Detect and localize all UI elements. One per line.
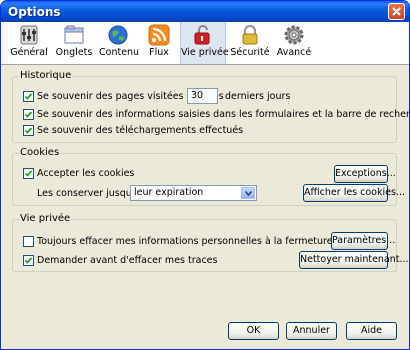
accept-cookies-label: Accepter les cookies bbox=[37, 168, 135, 179]
tab-general-label: Général bbox=[10, 47, 48, 58]
remember-forms-checkbox[interactable] bbox=[23, 109, 34, 120]
tab-general[interactable]: Général bbox=[9, 22, 49, 64]
accept-cookies-checkbox[interactable] bbox=[23, 168, 34, 179]
remember-pages-checkbox[interactable] bbox=[23, 91, 34, 102]
checkmark-icon bbox=[24, 257, 33, 264]
tab-security-label: Sécurité bbox=[230, 47, 270, 58]
exceptions-button[interactable]: Exceptions... bbox=[334, 165, 396, 183]
tab-content[interactable]: Contenu bbox=[99, 22, 140, 64]
history-days-input[interactable]: 30 bbox=[187, 88, 218, 104]
checkmark-icon bbox=[24, 170, 33, 177]
tab-privacy[interactable]: Vie privée bbox=[180, 22, 229, 64]
privacy-legend: Vie privée bbox=[19, 213, 72, 224]
history-legend: Historique bbox=[19, 70, 73, 81]
dropdown-arrow[interactable] bbox=[241, 187, 255, 199]
options-dialog: Options Général Onglets Contenu Flux Vie… bbox=[0, 0, 410, 350]
tab-feeds-label: Flux bbox=[149, 47, 169, 58]
close-button[interactable] bbox=[388, 3, 405, 20]
tab-privacy-label: Vie privée bbox=[181, 47, 229, 58]
tab-advanced-label: Avancé bbox=[276, 47, 312, 58]
privacy-group: Vie privée Toujours effacer mes informat… bbox=[12, 213, 409, 272]
always-clear-checkbox[interactable] bbox=[23, 236, 34, 247]
settings-button[interactable]: Paramètres... bbox=[331, 232, 395, 250]
ask-before-clear-checkbox[interactable] bbox=[23, 255, 34, 266]
tab-tabs[interactable]: Onglets bbox=[53, 22, 95, 64]
clear-now-button[interactable]: Nettoyer maintenant... bbox=[299, 251, 409, 269]
close-icon bbox=[392, 7, 401, 16]
days-suffix-label: derniers jours bbox=[225, 91, 291, 102]
keep-until-select[interactable]: leur expiration bbox=[130, 185, 257, 201]
chevron-down-icon bbox=[245, 191, 252, 196]
window-title: Options bbox=[8, 5, 61, 19]
cookies-legend: Cookies bbox=[19, 147, 61, 158]
tab-feeds[interactable]: Flux bbox=[141, 22, 177, 64]
keep-until-value: leur expiration bbox=[134, 187, 204, 198]
cancel-button[interactable]: Annuler bbox=[286, 322, 337, 340]
globe-icon bbox=[108, 25, 128, 45]
gear-icon bbox=[284, 25, 304, 45]
ok-button[interactable]: OK bbox=[228, 322, 279, 340]
tab-security[interactable]: Sécurité bbox=[230, 22, 270, 64]
general-icon bbox=[20, 25, 38, 45]
checkmark-icon bbox=[24, 93, 33, 100]
tabs-icon bbox=[64, 25, 84, 44]
show-cookies-button[interactable]: Afficher les cookies... bbox=[303, 184, 405, 202]
padlock-icon bbox=[242, 24, 258, 45]
tab-advanced[interactable]: Avancé bbox=[274, 22, 314, 64]
cookies-group: Cookies Accepter les cookies Exceptions.… bbox=[12, 147, 405, 206]
ask-before-clear-label: Demander avant d'effacer mes traces bbox=[37, 255, 218, 266]
checkmark-icon bbox=[24, 111, 33, 118]
remember-downloads-label: Se souvenir des téléchargements effectué… bbox=[37, 125, 244, 136]
tab-tabs-label: Onglets bbox=[55, 47, 93, 58]
rss-icon bbox=[148, 24, 170, 46]
remember-forms-label: Se souvenir des informations saisies dan… bbox=[37, 109, 410, 120]
tab-content-label: Contenu bbox=[99, 47, 140, 58]
options-toolbar: Général Onglets Contenu Flux Vie privée … bbox=[1, 22, 409, 65]
checkmark-icon bbox=[24, 127, 33, 134]
title-bar[interactable]: Options bbox=[1, 1, 409, 22]
remember-downloads-checkbox[interactable] bbox=[23, 125, 34, 136]
privacy-mask-icon bbox=[194, 25, 210, 45]
help-button[interactable]: Aide bbox=[346, 322, 397, 340]
history-group: Historique Se souvenir des pages visitée… bbox=[12, 70, 409, 143]
